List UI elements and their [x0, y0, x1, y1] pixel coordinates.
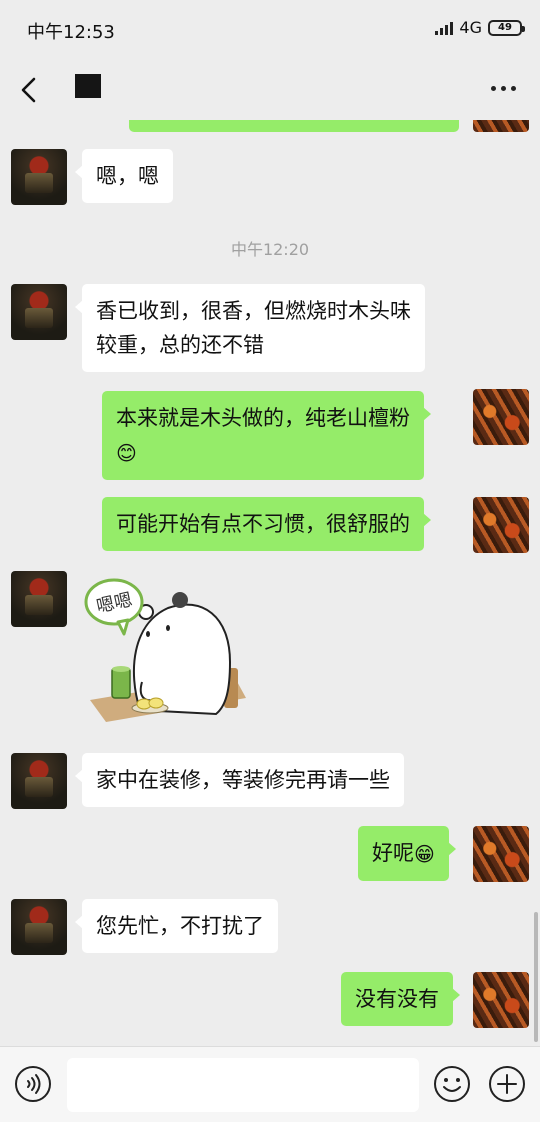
avatar-self[interactable]	[473, 826, 529, 882]
avatar-self[interactable]	[473, 120, 529, 132]
more-horizontal-icon[interactable]	[491, 86, 516, 91]
message-text: 您先忙，不打扰了	[96, 914, 264, 938]
message-bubble[interactable]: 没有没有	[341, 972, 460, 1026]
avatar-contact[interactable]	[11, 753, 67, 809]
status-time: 中午12:53	[27, 22, 115, 43]
chevron-left-icon[interactable]	[18, 76, 42, 104]
message-text: 可能开始有点不习惯，很舒服的	[116, 512, 410, 536]
message-text: 家中在装修，等装修完再请一些	[96, 768, 390, 792]
message-bubble[interactable]: 本来就是木头做的，纯老山檀粉 😊	[102, 391, 431, 480]
contact-avatar[interactable]	[75, 74, 101, 98]
smile-emoji-icon: 😊	[116, 441, 137, 465]
plus-icon[interactable]	[488, 1065, 526, 1103]
avatar-contact[interactable]	[11, 571, 67, 627]
message-text: 嗯，嗯	[96, 164, 159, 188]
avatar-self[interactable]	[473, 972, 529, 1028]
message-bubble[interactable]: 您先忙，不打扰了	[75, 899, 278, 953]
status-indicators: 4G 49	[435, 18, 525, 37]
message-bubble[interactable]: 好呢😁	[358, 826, 456, 881]
message-text: 没有没有	[355, 987, 439, 1011]
message-text-line: 较重，总的还不错	[96, 333, 264, 357]
message-bubble[interactable]: 可能开始有点不习惯，很舒服的	[102, 497, 431, 551]
message-timestamp: 中午12:20	[230, 240, 310, 259]
avatar-self[interactable]	[473, 497, 529, 553]
avatar-contact[interactable]	[11, 149, 67, 205]
message-bubble-partial[interactable]	[129, 120, 459, 132]
battery-icon: 49	[488, 19, 525, 36]
avatar-contact[interactable]	[11, 899, 67, 955]
message-bubble[interactable]: 嗯，嗯	[75, 149, 173, 203]
message-bubble[interactable]: 家中在装修，等装修完再请一些	[75, 753, 404, 807]
message-text: 好呢	[372, 841, 414, 865]
signal-icon	[435, 21, 454, 35]
chat-messages[interactable]: 嗯，嗯 中午12:20 香已收到，很香，但燃烧时木头味 较重，总的还不错 本来就…	[0, 120, 540, 1046]
message-text-line: 香已收到，很香，但燃烧时木头味	[96, 299, 411, 323]
voice-icon[interactable]	[14, 1065, 52, 1103]
status-bar: 中午12:53 4G 49	[0, 0, 540, 58]
sticker-bear-drinking[interactable]: 嗯嗯	[84, 572, 254, 732]
message-text-line: 本来就是木头做的，纯老山檀粉	[116, 406, 410, 430]
input-bar	[0, 1046, 540, 1122]
chat-scrollbar[interactable]	[534, 912, 538, 1042]
network-type: 4G	[459, 18, 482, 37]
message-bubble[interactable]: 香已收到，很香，但燃烧时木头味 较重，总的还不错	[75, 284, 425, 372]
emoji-icon[interactable]	[433, 1065, 471, 1103]
grin-emoji-icon: 😁	[414, 842, 435, 866]
message-input[interactable]	[67, 1058, 419, 1112]
avatar-self[interactable]	[473, 389, 529, 445]
battery-level: 49	[498, 22, 512, 33]
avatar-contact[interactable]	[11, 284, 67, 340]
